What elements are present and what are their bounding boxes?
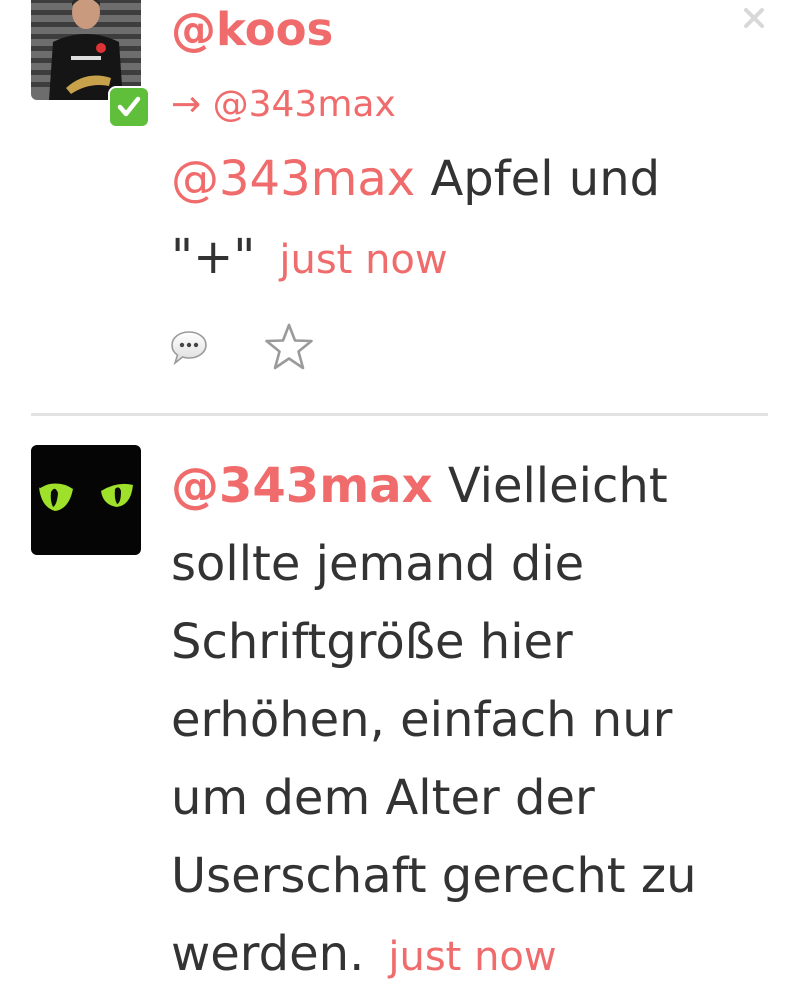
- reply-button[interactable]: [166, 328, 212, 368]
- post-text-line: "+" just now: [171, 218, 761, 299]
- mention-link[interactable]: @343max: [171, 151, 415, 207]
- close-icon[interactable]: [738, 2, 770, 34]
- post-item: @koos → @343max @343max Apfel und "+" jus…: [0, 0, 800, 410]
- favorite-button[interactable]: [262, 320, 316, 374]
- timestamp[interactable]: just now: [388, 934, 556, 980]
- post-text-fragment: werden.: [171, 926, 365, 982]
- avatar[interactable]: [31, 445, 141, 555]
- post-text-line: Schriftgröße hier: [171, 614, 573, 670]
- mention-link[interactable]: @343max: [171, 458, 433, 514]
- post-text-fragment: Vielleicht: [432, 458, 668, 514]
- post-text-line: sollte jemand die: [171, 536, 585, 592]
- avatar-image: [31, 0, 141, 100]
- post-text: @343max Apfel und "+" just now: [171, 140, 761, 299]
- post-text-line: @343max Apfel und: [171, 140, 761, 218]
- avatar[interactable]: [31, 0, 141, 100]
- post-text-line: erhöhen, einfach nur: [171, 692, 673, 748]
- reply-to-link[interactable]: → @343max: [171, 82, 396, 128]
- post-text: @343max Vielleicht sollte jemand die Sch…: [171, 447, 761, 996]
- post-text-line: @343max Vielleicht: [171, 447, 761, 525]
- star-icon: [265, 323, 313, 370]
- verified-badge: [108, 86, 150, 128]
- post-item: @343max Vielleicht sollte jemand die Sch…: [0, 420, 800, 1008]
- timestamp[interactable]: just now: [279, 237, 447, 283]
- post-text-line: Userschaft gerecht zu: [171, 848, 697, 904]
- avatar-image: [31, 445, 141, 555]
- check-mark-icon: [117, 96, 141, 117]
- post-text-fragment: Apfel und: [415, 151, 661, 207]
- post-divider: [31, 413, 768, 416]
- reply-bubble-icon: [171, 331, 207, 366]
- post-text-line: um dem Alter der: [171, 770, 595, 826]
- post-text-fragment: "+": [171, 229, 256, 285]
- post-text-line: werden. just now: [171, 915, 761, 996]
- author-username[interactable]: @koos: [171, 2, 333, 58]
